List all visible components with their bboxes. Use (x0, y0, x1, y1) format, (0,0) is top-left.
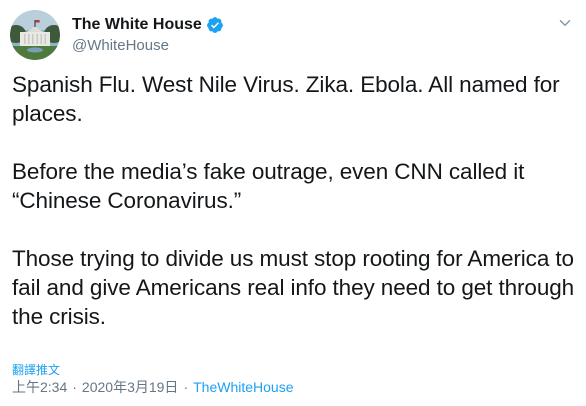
author-handle[interactable]: @WhiteHouse (72, 37, 169, 54)
tweet-time[interactable]: 上午2:34 (12, 377, 67, 397)
tweet-meta: 上午2:34 · 2020年3月19日 · TheWhiteHouse (12, 377, 294, 397)
verified-badge-icon (206, 16, 224, 34)
white-house-avatar-image (10, 10, 60, 60)
tweet-date[interactable]: 2020年3月19日 (82, 377, 179, 397)
display-name[interactable]: The White House (72, 16, 202, 34)
tweet-card: The White House @WhiteHouse Spanish Flu.… (0, 0, 586, 406)
tweet-source-link[interactable]: TheWhiteHouse (193, 379, 293, 395)
meta-separator: · (72, 379, 77, 395)
tweet-text: Spanish Flu. West Nile Virus. Zika. Ebol… (12, 70, 578, 331)
tweet-paragraph: Spanish Flu. West Nile Virus. Zika. Ebol… (12, 72, 560, 126)
avatar[interactable] (10, 10, 60, 60)
translate-tweet-link[interactable]: 翻譯推文 (12, 361, 60, 378)
meta-separator: · (183, 379, 189, 395)
tweet-paragraph: Those trying to divide us must stop root… (12, 246, 575, 329)
author-name-row[interactable]: The White House (72, 14, 224, 36)
chevron-down-icon[interactable] (556, 14, 574, 32)
tweet-paragraph: Before the media’s fake outrage, even CN… (12, 159, 525, 213)
